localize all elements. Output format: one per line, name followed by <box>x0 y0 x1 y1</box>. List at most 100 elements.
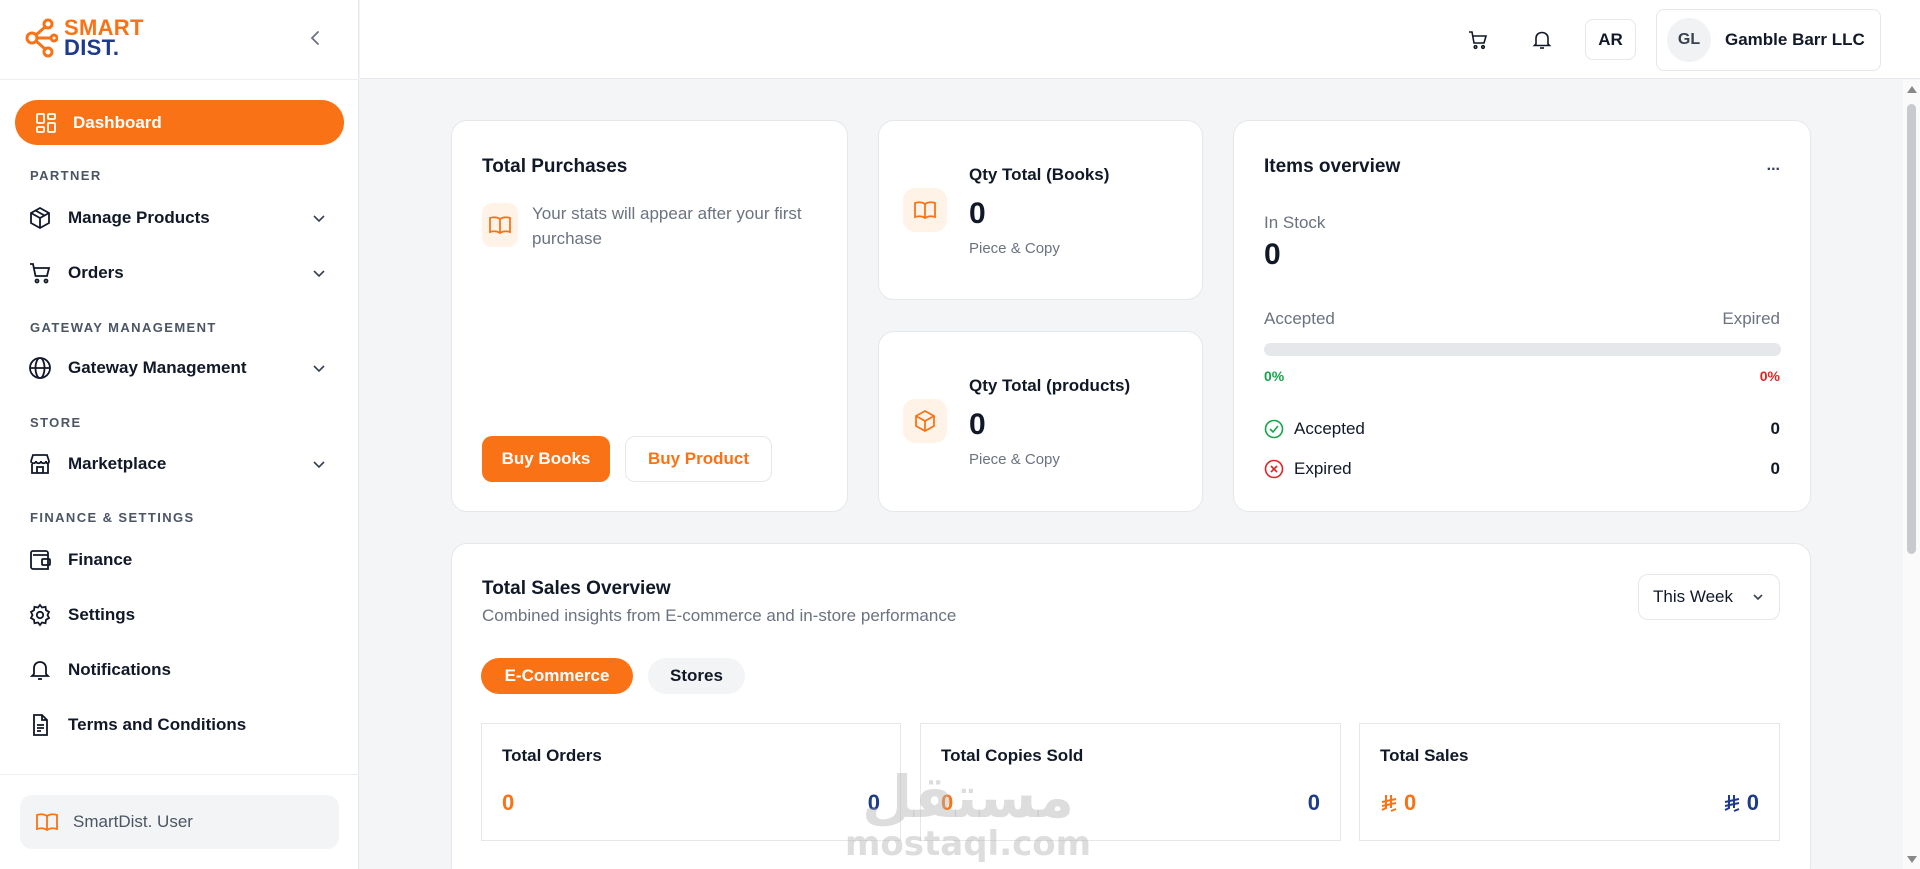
globe-icon <box>29 357 51 379</box>
sidebar: SMART DIST. Dashboard PARTNER Manage Pro… <box>0 0 359 869</box>
stat-label: Total Sales <box>1380 746 1469 765</box>
wallet-icon <box>30 550 51 570</box>
divider <box>0 79 359 80</box>
qty-books-card: Qty Total (Books) 0 Piece & Copy <box>878 120 1203 300</box>
divider <box>0 774 359 775</box>
section-finance: FINANCE & SETTINGS <box>30 510 195 525</box>
row-label: Expired <box>1294 459 1352 478</box>
total-orders-box: Total Orders 0 0 <box>481 723 901 841</box>
sidebar-item-orders[interactable]: Orders <box>28 257 328 289</box>
network-logo-icon <box>25 18 58 58</box>
expired-label: Expired <box>1722 309 1780 328</box>
language-toggle-button[interactable]: AR <box>1585 19 1636 60</box>
stat-store-value: 0 <box>1307 790 1320 815</box>
accepted-progress-bar <box>1264 343 1781 356</box>
top-header: AR GL Gamble Barr LLC <box>360 0 1920 79</box>
scroll-thumb[interactable] <box>1907 104 1916 554</box>
period-value: This Week <box>1653 587 1733 606</box>
sidebar-item-label: Finance <box>68 550 133 569</box>
avatar: GL <box>1667 18 1711 62</box>
stat-ecommerce-value: 0 <box>502 790 515 815</box>
more-options-icon[interactable]: ... <box>1767 157 1780 175</box>
stat-ecommerce-value: 0 <box>1380 790 1416 816</box>
tab-stores[interactable]: Stores <box>648 658 745 694</box>
sidebar-item-label: Notifications <box>68 660 171 679</box>
buy-product-button[interactable]: Buy Product <box>625 436 772 482</box>
section-partner: PARTNER <box>30 168 102 183</box>
box-icon <box>30 206 50 230</box>
accepted-row: Accepted <box>1264 419 1365 439</box>
stat-label: Total Copies Sold <box>941 746 1084 765</box>
sidebar-item-notifications[interactable]: Notifications <box>28 654 328 686</box>
chevron-down-icon <box>313 365 325 373</box>
sidebar-item-marketplace[interactable]: Marketplace <box>28 448 328 480</box>
chevron-down-icon <box>313 215 325 223</box>
cart-icon <box>30 263 51 284</box>
sidebar-item-finance[interactable]: Finance <box>28 544 328 576</box>
in-stock-value: 0 <box>1264 238 1281 271</box>
unit-label: Piece & Copy <box>969 451 1060 468</box>
sidebar-item-label: Orders <box>68 263 124 282</box>
sidebar-item-dashboard[interactable]: Dashboard <box>15 100 344 145</box>
sidebar-item-label: Terms and Conditions <box>68 715 247 734</box>
book-icon <box>482 203 518 247</box>
stat-ecommerce-value: 0 <box>941 790 954 815</box>
section-store: STORE <box>30 415 82 430</box>
cart-icon[interactable] <box>1467 29 1489 51</box>
stat-label: Total Orders <box>502 746 602 765</box>
in-stock-label: In Stock <box>1264 213 1326 232</box>
stat-store-value: 0 <box>1723 790 1759 816</box>
accepted-count: 0 <box>1770 419 1780 438</box>
card-title: Items overview <box>1264 156 1401 177</box>
page-scrollbar[interactable] <box>1903 80 1920 869</box>
items-overview-card: Items overview ... In Stock 0 Accepted E… <box>1233 120 1811 512</box>
brand-logo[interactable]: SMART DIST. <box>22 16 144 60</box>
user-profile-box[interactable]: SmartDist. User <box>20 795 339 849</box>
card-title: Qty Total (products) <box>969 376 1131 395</box>
book-icon <box>903 188 947 232</box>
chevron-down-icon <box>1753 594 1763 601</box>
bell-icon[interactable] <box>1531 29 1553 51</box>
sidebar-item-settings[interactable]: Settings <box>28 599 328 631</box>
scroll-up-arrow-icon[interactable] <box>1907 86 1917 93</box>
sidebar-item-label: Settings <box>68 605 136 624</box>
bell-icon <box>29 661 51 680</box>
expired-count: 0 <box>1770 459 1780 478</box>
accepted-percent: 0% <box>1264 368 1285 384</box>
dashboard-icon <box>36 112 56 133</box>
sidebar-item-label: Dashboard <box>73 112 162 132</box>
card-subtitle: Combined insights from E-commerce and in… <box>482 606 957 625</box>
section-gateway: GATEWAY MANAGEMENT <box>30 320 217 335</box>
sidebar-item-label: Gateway Management <box>68 358 247 377</box>
sidebar-item-label: Marketplace <box>68 454 167 473</box>
user-name: SmartDist. User <box>73 812 193 831</box>
riyal-currency-icon <box>1724 795 1740 812</box>
card-title: Total Purchases <box>482 156 628 177</box>
box-icon <box>903 399 947 443</box>
accepted-label: Accepted <box>1264 309 1335 328</box>
stat-store-value: 0 <box>867 790 880 815</box>
qty-books-value: 0 <box>969 197 986 230</box>
book-icon <box>36 813 58 832</box>
document-icon <box>33 714 48 736</box>
account-menu-button[interactable]: GL Gamble Barr LLC <box>1656 9 1881 71</box>
scroll-down-arrow-icon[interactable] <box>1907 856 1917 863</box>
qty-products-card: Qty Total (products) 0 Piece & Copy <box>878 331 1203 512</box>
sidebar-item-manage-products[interactable]: Manage Products <box>28 202 328 234</box>
chevron-down-icon <box>313 270 325 278</box>
row-label: Accepted <box>1294 419 1365 438</box>
store-icon <box>30 454 50 474</box>
period-select[interactable]: This Week <box>1638 574 1780 620</box>
brand-line2: DIST. <box>64 35 120 60</box>
tab-ecommerce[interactable]: E-Commerce <box>481 658 633 694</box>
sidebar-item-terms[interactable]: Terms and Conditions <box>28 709 328 741</box>
expired-percent: 0% <box>1759 368 1780 384</box>
card-title: Qty Total (Books) <box>969 165 1110 184</box>
sidebar-item-label: Manage Products <box>68 208 210 227</box>
collapse-sidebar-icon[interactable] <box>306 28 326 48</box>
check-circle-icon <box>1264 419 1284 439</box>
total-copies-box: Total Copies Sold 0 0 <box>920 723 1341 841</box>
expired-row: Expired <box>1264 459 1352 479</box>
sidebar-item-gateway-management[interactable]: Gateway Management <box>28 352 328 384</box>
buy-books-button[interactable]: Buy Books <box>482 436 610 482</box>
